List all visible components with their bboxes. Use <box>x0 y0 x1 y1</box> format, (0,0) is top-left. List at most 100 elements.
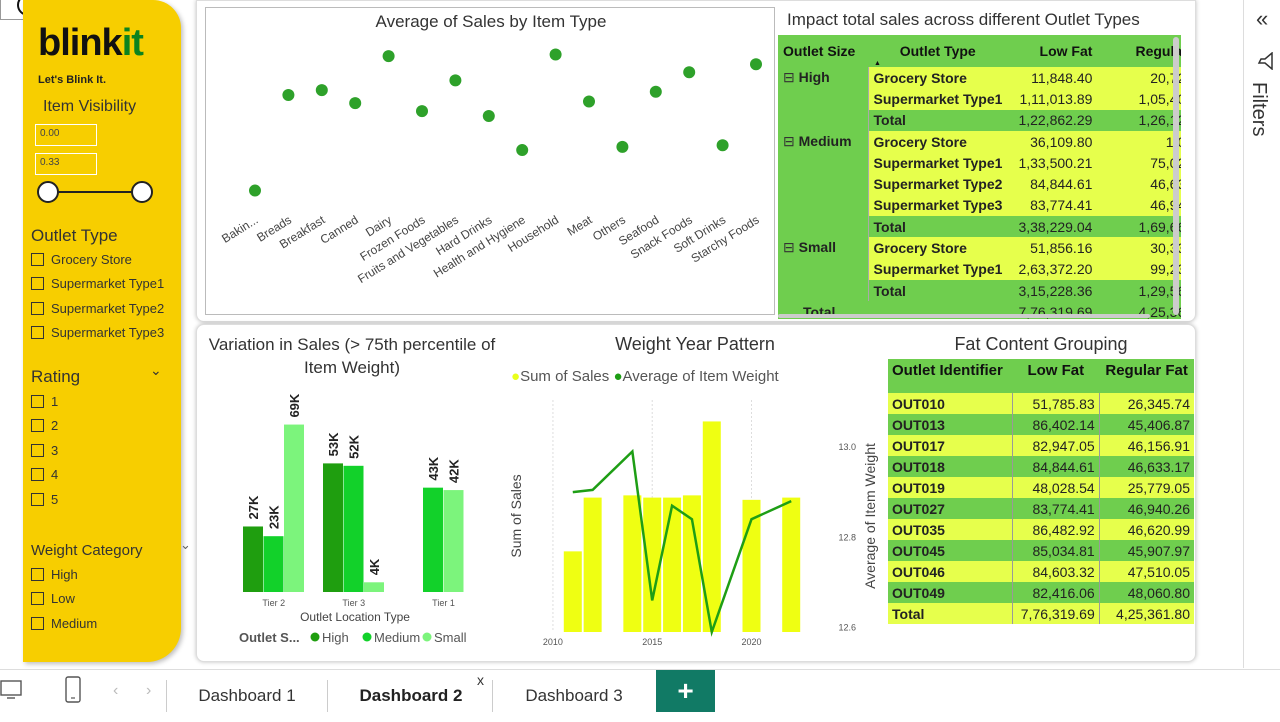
x-tick-label: Bakin... <box>219 213 260 246</box>
value-cell: 11,848.40 <box>1007 67 1098 89</box>
weight-category-option[interactable]: Medium <box>31 611 97 636</box>
value-cell: 51,856.16 <box>1007 237 1098 259</box>
horizontal-scrollbar[interactable] <box>778 314 1150 318</box>
column-header: Low Fat <box>1012 359 1100 393</box>
collapse-double-chevron-icon[interactable]: « <box>1256 6 1268 32</box>
outlet-id-cell: OUT013 <box>888 414 1013 435</box>
column-header: Regular Fat <box>1097 35 1181 67</box>
checkbox[interactable] <box>31 492 44 506</box>
data-label: 42K <box>447 459 462 483</box>
vertical-scrollbar[interactable] <box>1173 37 1179 315</box>
value-cell: 1,69,666.70 <box>1097 216 1181 238</box>
value-cell: 46,620.99 <box>1098 519 1194 540</box>
legend-label: Small <box>434 630 467 645</box>
rating-option[interactable]: 5 <box>31 487 58 512</box>
chevron-down-icon[interactable]: ⌄ <box>150 362 162 379</box>
checkbox[interactable] <box>31 592 44 606</box>
data-point <box>549 48 562 61</box>
outlet-type-cell: Grocery Store <box>867 130 1008 153</box>
data-label: 69K <box>287 393 302 417</box>
outlet-type-cell: Supermarket Type1 <box>867 88 1008 110</box>
tab-divider <box>492 680 493 712</box>
legend-label: Medium <box>374 630 420 645</box>
collapse-icon[interactable]: ⊟ <box>783 239 799 255</box>
data-label: 27K <box>246 495 261 519</box>
data-point <box>249 184 261 197</box>
sort-ascending-icon[interactable]: ▲ <box>874 60 881 67</box>
data-point <box>315 84 328 97</box>
checkbox[interactable] <box>31 443 44 457</box>
value-cell: 20,721.72 <box>1097 67 1181 89</box>
header-row: Outlet Identifier Low Fat Regular Fat <box>888 359 1194 393</box>
checkbox[interactable] <box>31 468 44 482</box>
checkbox[interactable] <box>31 419 44 433</box>
visibility-slider-max-handle[interactable] <box>131 181 153 203</box>
outlet-type-option[interactable]: Grocery Store <box>31 247 164 272</box>
variation-sales-chart: Variation in Sales (> 75th percentile of… <box>205 330 500 655</box>
table-row: ⊟ MediumGrocery Store36,109.801,068.3 <box>778 130 1181 238</box>
value-cell: 46,940.26 <box>1097 194 1181 217</box>
add-page-button[interactable]: + <box>656 670 715 712</box>
bar <box>323 463 343 592</box>
tab-dashboard-3[interactable]: Dashboard 3 <box>494 670 654 712</box>
checkbox[interactable] <box>31 252 44 266</box>
desktop-view-icon[interactable] <box>0 679 26 701</box>
data-point <box>416 105 428 118</box>
brand-logo: blinkit <box>38 22 144 64</box>
checkbox[interactable] <box>31 326 44 340</box>
outlet-type-cell: Supermarket Type1 <box>867 152 1008 174</box>
column-header: Low Fat <box>1007 35 1098 67</box>
data-label: 52K <box>347 434 362 458</box>
legend-marker <box>422 632 432 642</box>
filters-label[interactable]: Filters <box>1247 82 1270 136</box>
collapse-icon[interactable]: ⊟ <box>783 69 799 85</box>
outlet-type-cell: Grocery Store <box>867 67 1008 89</box>
outlet-type-option[interactable]: Supermarket Type2 <box>31 296 164 321</box>
chevron-down-icon[interactable]: ⌄ <box>180 537 191 553</box>
prev-page-icon[interactable]: ‹ <box>113 682 118 700</box>
visibility-max-input[interactable]: 0.33 <box>35 153 97 175</box>
close-tab-icon[interactable]: x <box>477 672 484 688</box>
x-tick-label: Tier 2 <box>262 598 285 608</box>
outlet-type-title: Outlet Type <box>31 226 118 245</box>
value-cell: 1,33,500.21 <box>1007 152 1098 174</box>
checkbox[interactable] <box>31 394 44 408</box>
column-header: Outlet Type ▲ <box>868 35 1008 67</box>
rating-option[interactable]: 3 <box>31 438 58 463</box>
checkbox[interactable] <box>31 616 44 630</box>
weight-category-option[interactable]: High <box>31 562 97 587</box>
value-cell: 30,334.76 <box>1097 237 1181 259</box>
outlet-size-cell: ⊟ Medium <box>778 130 868 238</box>
data-point <box>282 88 295 101</box>
rating-option[interactable]: 1 <box>31 389 58 414</box>
tab-dashboard-2[interactable]: Dashboard 2 <box>330 670 492 712</box>
matrix-title: Fat Content Grouping <box>954 334 1128 354</box>
visibility-slider-min-handle[interactable] <box>37 181 59 203</box>
value-cell: 26,345.74 <box>1098 393 1194 414</box>
mobile-view-icon[interactable] <box>63 675 83 705</box>
bar <box>423 487 443 592</box>
checkbox[interactable] <box>31 567 44 581</box>
collapse-icon[interactable]: ⊟ <box>783 133 799 149</box>
weight-category-title: Weight Category <box>31 542 143 559</box>
rating-option[interactable]: 2 <box>31 414 58 439</box>
value-cell: 82,416.06 <box>1011 582 1100 603</box>
visibility-min-input[interactable]: 0.00 <box>35 124 97 146</box>
checkbox[interactable] <box>31 301 44 315</box>
visibility-slider-track <box>48 191 143 193</box>
y-tick-label: 13.0 <box>838 442 856 452</box>
outlet-type-option[interactable]: Supermarket Type1 <box>31 272 164 297</box>
weight-category-option[interactable]: Low <box>31 587 97 612</box>
next-page-icon[interactable]: › <box>146 682 151 700</box>
value-cell: 3,38,229.04 <box>1007 216 1098 238</box>
outlet-type-option[interactable]: Supermarket Type3 <box>31 321 164 346</box>
rating-option[interactable]: 4 <box>31 463 58 488</box>
y-axis-label-right: Average of Item Weight <box>862 443 878 589</box>
table-row: OUT010 51,785.83 26,345.74 <box>888 393 1194 414</box>
brand-tagline: Let's Blink It. <box>38 74 107 86</box>
column-header: Regular Fat <box>1099 359 1194 393</box>
checkbox[interactable] <box>31 277 44 291</box>
tab-dashboard-1[interactable]: Dashboard 1 <box>167 670 327 712</box>
outlet-size-cell: ⊟ High <box>778 67 868 131</box>
item-visibility-title: Item Visibility <box>43 98 137 115</box>
